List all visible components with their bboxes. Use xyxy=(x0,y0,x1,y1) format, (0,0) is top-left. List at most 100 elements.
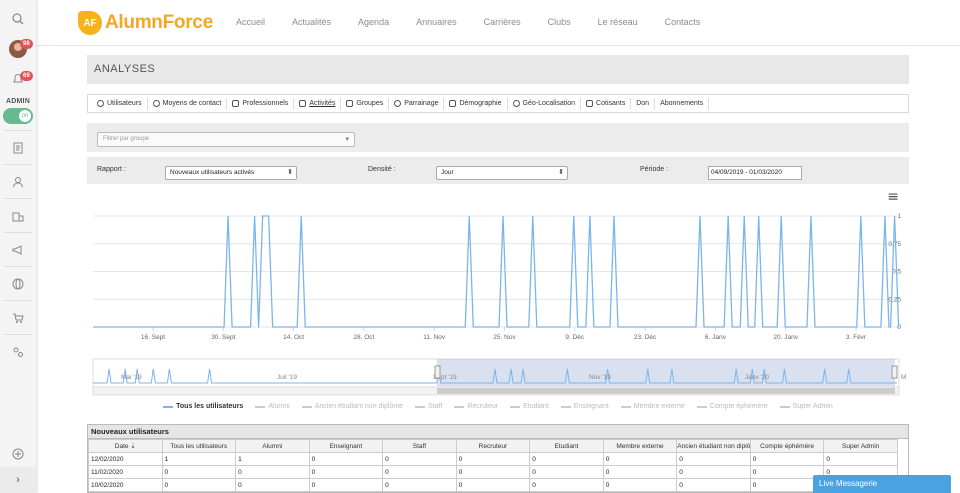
divider xyxy=(4,130,32,131)
document-icon[interactable] xyxy=(0,139,36,157)
legend-swatch xyxy=(454,405,465,408)
tab-d-mographie[interactable]: Démographie xyxy=(444,97,508,110)
tab-icon xyxy=(232,100,240,107)
densite-select[interactable]: Jour xyxy=(436,166,568,180)
legend-swatch xyxy=(163,405,174,408)
table-cell: 0 xyxy=(529,478,604,492)
legend-item-tous-les-utilisateurs[interactable]: Tous les utilisateurs xyxy=(163,403,243,410)
table-cell: 0 xyxy=(455,465,531,479)
live-messaging-button[interactable]: Live Messagerie xyxy=(813,475,951,493)
legend-item-membre-externe[interactable]: Membre externe xyxy=(620,403,685,410)
page-title: ANALYSES xyxy=(87,55,909,84)
navigator-tick-label: M xyxy=(901,374,906,381)
tab-moyens-de-contact[interactable]: Moyens de contact xyxy=(148,97,228,110)
admin-toggle[interactable]: on xyxy=(0,107,36,125)
data-table: Date ⇣ Tous les utilisateurs Alumni Enseign… xyxy=(88,439,898,492)
navigator-scrollbar-thumb[interactable] xyxy=(437,388,895,394)
x-tick-label: 3. Févr xyxy=(846,334,867,341)
nav-item-le-r-seau[interactable]: Le réseau xyxy=(598,17,638,27)
table-cell: 0 xyxy=(308,452,384,466)
legend-item-enseignant[interactable]: Enseignant xyxy=(560,403,609,410)
megaphone-icon[interactable] xyxy=(0,241,36,259)
legend-label: Compte éphémère xyxy=(709,403,768,410)
table-cell: 0 xyxy=(161,478,237,492)
legend-item-super-admin[interactable]: Super Admin xyxy=(779,403,833,410)
avatar[interactable]: 98 xyxy=(0,38,36,60)
table-row: 12/02/2020 1 1 0 0 0 0 0 0 0 0 xyxy=(88,452,898,466)
nav-item-clubs[interactable]: Clubs xyxy=(548,17,571,27)
legend-item-alumni[interactable]: Alumni xyxy=(255,403,290,410)
column-header: Recruteur xyxy=(455,439,531,453)
table-title: Nouveaux utilisateurs xyxy=(88,425,908,439)
group-filter-select[interactable]: Filtrer par groupe xyxy=(97,132,355,147)
legend-label: Tous les utilisateurs xyxy=(176,403,244,410)
legend-label: Ancien étudiant non diplômé xyxy=(314,403,404,410)
legend-swatch xyxy=(779,405,790,408)
legend-item-staff[interactable]: Staff xyxy=(415,403,442,410)
tab-parrainage[interactable]: Parrainage xyxy=(389,97,445,110)
logo[interactable]: AF AlumnForce xyxy=(78,11,213,35)
chart-menu-icon[interactable]: ≡ xyxy=(887,189,899,205)
tab-abonnements[interactable]: Abonnements xyxy=(655,97,710,110)
nav-item-annuaires[interactable]: Annuaires xyxy=(416,17,457,27)
column-header[interactable]: Date ⇣ xyxy=(88,439,163,453)
tab-cotisants[interactable]: Cotisants xyxy=(581,97,632,110)
settings-icon[interactable] xyxy=(0,343,36,361)
column-header: Enseignant xyxy=(308,439,384,453)
x-tick-label: 9. Déc xyxy=(565,334,585,341)
admin-label: ADMIN xyxy=(6,97,30,105)
messages-badge: 98 xyxy=(20,39,33,49)
tab-icon xyxy=(586,100,594,107)
column-header: Etudiant xyxy=(529,439,604,453)
activity-chart: ≡ 1 0,75 0,5 0,25 0 16. Sept 30. Sept 14. Oct 28.… xyxy=(87,189,909,409)
legend-swatch xyxy=(620,405,631,408)
chevron-right-icon[interactable]: › xyxy=(0,467,36,493)
globe-icon[interactable] xyxy=(0,275,36,293)
legend-swatch xyxy=(255,405,266,408)
nav-item-agenda[interactable]: Agenda xyxy=(358,17,389,27)
tab-activit-s[interactable]: Activités xyxy=(294,97,342,110)
table-cell: 0 xyxy=(455,452,531,466)
navigator-handle-right[interactable] xyxy=(891,365,898,379)
tab-groupes[interactable]: Groupes xyxy=(341,97,390,110)
bell-icon[interactable]: 69 xyxy=(0,70,36,88)
building-icon[interactable] xyxy=(0,207,36,225)
periode-input[interactable]: 04/09/2019 - 01/03/2020 xyxy=(708,166,802,180)
table-cell: 1 xyxy=(235,452,310,466)
user-icon[interactable] xyxy=(0,173,36,191)
tab-utilisateurs[interactable]: Utilisateurs xyxy=(92,97,148,110)
legend-item-recruteur[interactable]: Recruteur xyxy=(454,403,498,410)
divider xyxy=(4,232,32,233)
navigator-handle-left[interactable] xyxy=(434,365,441,379)
tab-icon xyxy=(449,100,457,107)
legend-item-etudiant[interactable]: Etudiant xyxy=(510,403,549,410)
tab-professionnels[interactable]: Professionnels xyxy=(227,97,295,110)
nav-item-accueil[interactable]: Accueil xyxy=(236,17,265,27)
cart-icon[interactable] xyxy=(0,309,36,327)
tab-g-o-localisation[interactable]: Géo-Localisation xyxy=(508,97,582,110)
plus-circle-icon[interactable] xyxy=(0,445,36,463)
legend-swatch xyxy=(560,405,571,408)
chart-legend: Tous les utilisateurs Alumni Ancien étudia… xyxy=(87,403,909,410)
legend-item-compte-ph-m-re[interactable]: Compte éphémère xyxy=(696,403,768,410)
table-cell: 0 xyxy=(823,452,898,466)
legend-swatch xyxy=(510,405,521,408)
legend-label: Super Admin xyxy=(792,403,833,410)
left-rail: 98 69 ADMIN on › xyxy=(0,0,36,493)
nav-item-contacts[interactable]: Contacts xyxy=(665,17,701,27)
search-icon[interactable] xyxy=(0,10,36,28)
rapport-label: Rapport : xyxy=(97,166,126,173)
legend-label: Enseignant xyxy=(573,403,609,410)
nav-item-actualit-s[interactable]: Actualités xyxy=(292,17,331,27)
analysis-tabs: Utilisateurs Moyens de contact Professionn… xyxy=(87,94,909,113)
column-header: Super Admin xyxy=(823,439,898,453)
legend-item-ancien-tudiant-non-dipl-m-[interactable]: Ancien étudiant non diplômé xyxy=(301,403,404,410)
table-cell: 0 xyxy=(602,452,678,466)
tab-don[interactable]: Don xyxy=(631,97,656,110)
nav-item-carri-res[interactable]: Carrières xyxy=(484,17,521,27)
table-cell: 0 xyxy=(676,478,751,492)
densite-label: Densité : xyxy=(368,166,396,173)
tab-icon xyxy=(394,100,402,107)
tab-label: Activités xyxy=(309,100,336,107)
rapport-select[interactable]: Nouveaux utilisateurs activés xyxy=(165,166,297,180)
